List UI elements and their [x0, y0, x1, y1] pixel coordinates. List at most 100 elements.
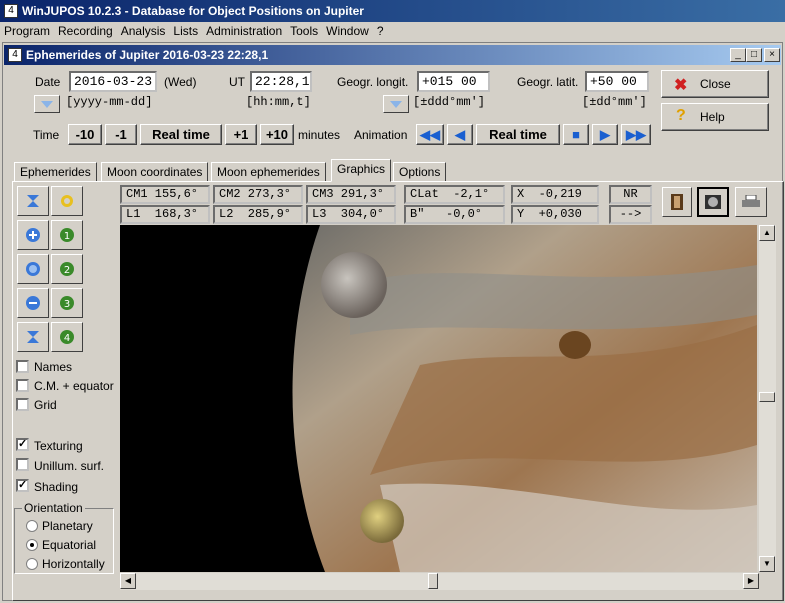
texturing-checkbox[interactable]: ✓	[16, 438, 29, 451]
time-realtime-button[interactable]: Real time	[140, 124, 222, 145]
menu-window[interactable]: Window	[322, 22, 373, 40]
x-readout: X -0,219	[511, 185, 599, 204]
longitude-dropdown-button[interactable]	[383, 95, 409, 113]
forward-button[interactable]: ▶	[592, 124, 618, 145]
moon-4-label: 4	[64, 333, 70, 344]
step-back-icon: ◀	[455, 127, 465, 142]
moon-3-button[interactable]: 3	[51, 288, 83, 318]
date-dropdown-button[interactable]	[34, 95, 60, 113]
vertical-scroll-thumb[interactable]	[759, 392, 775, 402]
printer-icon	[742, 195, 760, 207]
planetary-radio[interactable]	[26, 520, 38, 532]
zoom-reset-button[interactable]	[17, 254, 49, 284]
minus10-button[interactable]: -10	[68, 124, 102, 145]
moon-1-button[interactable]: 1	[51, 220, 83, 250]
play-icon: ▶	[600, 127, 610, 142]
l1-readout: L1 168,3°	[120, 205, 210, 224]
menu-administration[interactable]: Administration	[202, 22, 286, 40]
horizontal-scrollbar[interactable]	[120, 573, 759, 590]
animation-realtime-button[interactable]: Real time	[476, 124, 560, 145]
moon-2-icon: 2	[60, 262, 74, 276]
horizontally-radio[interactable]	[26, 558, 38, 570]
chevron-down-icon	[390, 100, 402, 108]
window-titlebar: Ephemerides of Jupiter 2016-03-23 22:28,…	[4, 45, 781, 65]
storm-spot	[559, 331, 591, 359]
minimize-button[interactable]: _	[730, 48, 746, 62]
zoom-fit-button[interactable]	[17, 186, 49, 216]
tab-moon-ephemerides[interactable]: Moon ephemerides	[211, 162, 326, 182]
fast-forward-icon: ▶▶	[626, 127, 646, 142]
scroll-up-button[interactable]: ▲	[759, 225, 775, 241]
longitude-field[interactable]: +015 00	[417, 71, 490, 92]
b-readout: B" -0,0°	[404, 205, 505, 224]
animation-label: Animation	[354, 128, 408, 142]
moon-3-label: 3	[64, 299, 70, 310]
planetary-label: Planetary	[42, 519, 93, 533]
tab-graphics[interactable]: Graphics	[331, 159, 392, 182]
plus10-button[interactable]: +10	[260, 124, 294, 145]
app-icon: 4	[4, 4, 18, 18]
window-icon: 4	[8, 48, 22, 62]
menu-help[interactable]: ?	[373, 22, 388, 40]
hourglass-icon	[27, 195, 39, 207]
close-button[interactable]: ✖ Close	[661, 70, 769, 98]
moon-4-button[interactable]: 4	[51, 322, 83, 352]
app-title: WinJUPOS 10.2.3 - Database for Object Po…	[22, 4, 364, 18]
horizontal-scroll-thumb[interactable]	[428, 573, 438, 589]
jupiter-view[interactable]	[120, 225, 757, 572]
tab-moon-coordinates[interactable]: Moon coordinates	[101, 162, 209, 182]
close-button-label: Close	[700, 77, 731, 91]
rewind-button[interactable]: ◀	[447, 124, 473, 145]
view-button[interactable]	[697, 187, 729, 217]
film-button[interactable]	[662, 187, 692, 217]
moon-1-label: 1	[64, 231, 70, 242]
rewind-fast-button[interactable]: ◀◀	[416, 124, 444, 145]
scroll-left-button[interactable]: ◀	[120, 573, 136, 589]
cm-equator-checkbox[interactable]	[16, 379, 29, 392]
print-button[interactable]	[735, 187, 767, 217]
scroll-down-button[interactable]: ▼	[759, 556, 775, 572]
names-label: Names	[34, 360, 73, 374]
moon-ring-button[interactable]	[51, 186, 83, 216]
window-title: Ephemerides of Jupiter 2016-03-23 22:28,…	[26, 48, 269, 62]
help-button[interactable]: ? Help	[661, 103, 769, 131]
tab-ephemerides[interactable]: Ephemerides	[14, 162, 97, 182]
forward-fast-button[interactable]: ▶▶	[621, 124, 651, 145]
maximize-button[interactable]: □	[746, 48, 762, 62]
zoom-out-button[interactable]	[17, 288, 49, 318]
menu-tools[interactable]: Tools	[286, 22, 322, 40]
equatorial-label: Equatorial	[42, 538, 97, 552]
close-window-button[interactable]: ×	[764, 48, 780, 62]
date-field[interactable]: 2016-03-23	[69, 71, 157, 92]
help-button-label: Help	[700, 110, 725, 124]
menu-analysis[interactable]: Analysis	[117, 22, 170, 40]
moon-2-button[interactable]: 2	[51, 254, 83, 284]
shading-checkbox[interactable]: ✓	[16, 479, 29, 492]
moon-4-icon: 4	[60, 330, 74, 344]
menu-recording[interactable]: Recording	[54, 22, 117, 40]
zoom-in-button[interactable]	[17, 220, 49, 250]
ut-field[interactable]: 22:28,1	[250, 71, 312, 92]
zoom-min-button[interactable]	[17, 322, 49, 352]
moon-1-icon: 1	[60, 228, 74, 242]
moon-2-label: 2	[64, 265, 70, 276]
shading-label: Shading	[34, 480, 79, 494]
plus1-button[interactable]: +1	[225, 124, 257, 145]
hourglass-icon	[27, 331, 39, 343]
latitude-field[interactable]: +50 00	[585, 71, 649, 92]
scroll-right-button[interactable]: ▶	[743, 573, 759, 589]
unillum-checkbox[interactable]	[16, 458, 29, 471]
menu-program[interactable]: Program	[0, 22, 54, 40]
l3-readout: L3 304,0°	[306, 205, 396, 224]
latitude-label: Geogr. latit.	[517, 75, 579, 89]
film-icon	[671, 194, 683, 210]
minus1-button[interactable]: -1	[105, 124, 137, 145]
stop-button[interactable]: ■	[563, 124, 589, 145]
tab-options[interactable]: Options	[393, 162, 447, 182]
grid-checkbox[interactable]	[16, 398, 29, 411]
menu-lists[interactable]: Lists	[169, 22, 202, 40]
names-checkbox[interactable]	[16, 360, 29, 373]
equatorial-radio[interactable]	[26, 539, 38, 551]
cm1-readout: CM1 155,6°	[120, 185, 210, 204]
clat-readout: CLat -2,1°	[404, 185, 505, 204]
